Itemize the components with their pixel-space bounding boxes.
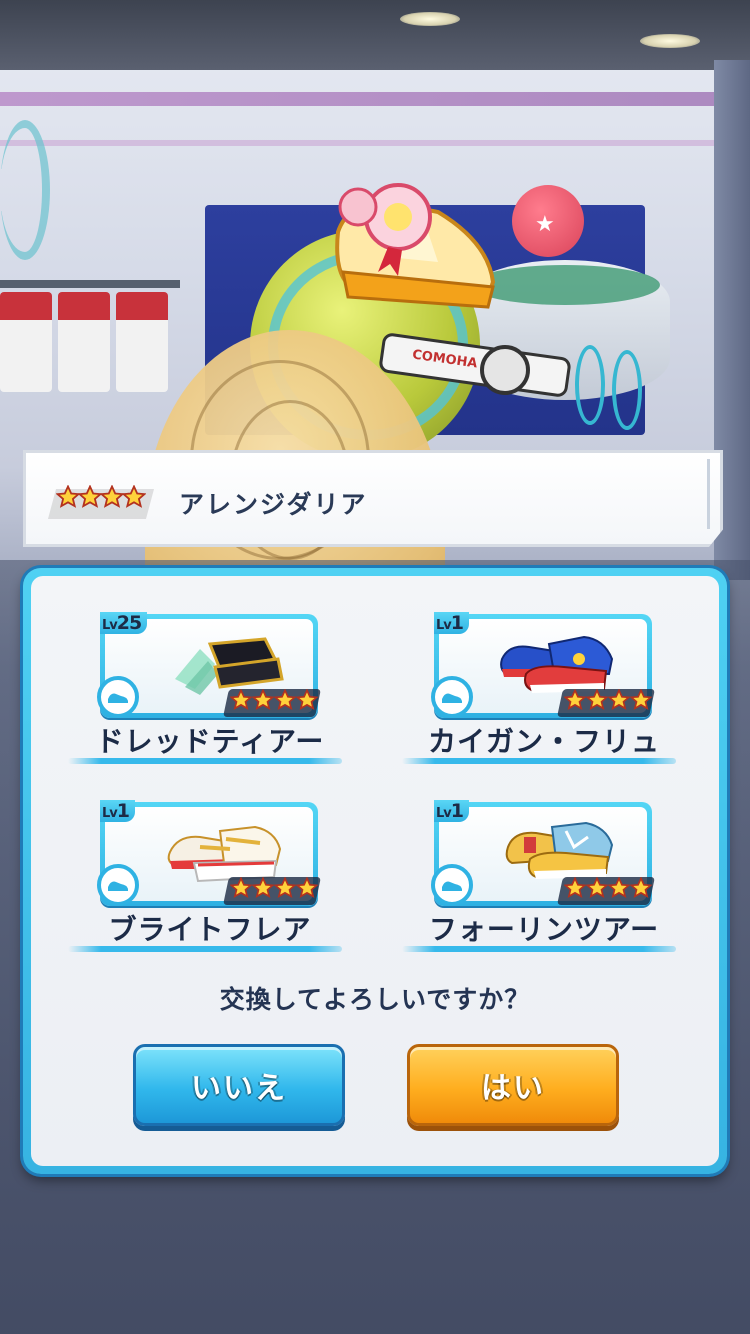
robot-joint [480, 345, 530, 395]
ceiling [0, 0, 750, 70]
star-icon [78, 485, 102, 508]
ceiling-light [640, 34, 700, 48]
racket [575, 345, 605, 425]
star-icon [608, 877, 630, 899]
item-frame: Lv25 [97, 612, 321, 718]
no-button[interactable]: いいえ [133, 1044, 345, 1126]
level-badge: Lv1 [100, 800, 135, 822]
star-icon [586, 877, 608, 899]
title-bar-accent [707, 459, 710, 529]
exchange-dialog: Lv25 ドレッドティアー Lv1 カイガン・フリュ Lv1 ブライトフレア L… [23, 568, 727, 1174]
shoe-type-icon [431, 864, 473, 906]
item-name: フォーリンツアー [428, 913, 660, 946]
shirt [58, 292, 110, 392]
star-icon [296, 877, 318, 899]
item-frame: Lv1 [431, 800, 655, 906]
item-name: ブライトフレア [108, 913, 312, 946]
shoe-type-icon [97, 676, 139, 718]
material-item[interactable]: Lv1 カイガン・フリュ [402, 612, 714, 764]
star-icon [630, 877, 652, 899]
item-frame: Lv1 [97, 800, 321, 906]
rarity-stars [47, 485, 155, 519]
shirt [0, 292, 52, 392]
level-badge: Lv25 [100, 612, 148, 634]
star-icon [100, 485, 124, 508]
star-icon [122, 485, 146, 508]
star-icon: ★ [535, 212, 555, 237]
star-icon [564, 877, 586, 899]
rarity-stars [223, 877, 321, 905]
rarity-stars [223, 689, 321, 717]
reward-shoe-icon [335, 183, 496, 309]
wall-stripe [0, 92, 750, 106]
item-frame: Lv1 [431, 612, 655, 718]
wall-logo [0, 120, 50, 260]
item-name: ドレッドティアー [95, 725, 325, 758]
ceiling-light [400, 12, 460, 26]
shoe-type-icon [431, 676, 473, 718]
clothing-rack [0, 280, 180, 288]
yes-button[interactable]: はい [407, 1044, 619, 1126]
material-item[interactable]: Lv25 ドレッドティアー [68, 612, 380, 764]
star-icon [230, 877, 252, 899]
star-icon [252, 877, 274, 899]
level-badge: Lv1 [434, 612, 469, 634]
dialog-body: Lv25 ドレッドティアー Lv1 カイガン・フリュ Lv1 ブライトフレア L… [31, 576, 719, 1166]
star-icon [274, 877, 296, 899]
item-underline [68, 946, 342, 952]
racket [612, 350, 642, 430]
star-icon [608, 689, 630, 711]
material-item[interactable]: Lv1 フォーリンツアー [402, 800, 714, 952]
reward-title-bar: アレンジダリア [23, 450, 723, 547]
shoe-type-icon [97, 864, 139, 906]
confirm-question: 交換してよろしいですか？ [219, 985, 531, 1014]
rarity-stars [557, 877, 655, 905]
star-icon [630, 689, 652, 711]
star-icon [252, 689, 274, 711]
star-icon [586, 689, 608, 711]
star-icon [564, 689, 586, 711]
reward-item-name: アレンジダリア [179, 490, 368, 519]
star-icon [274, 689, 296, 711]
wall-stripe [0, 140, 750, 146]
level-badge: Lv1 [434, 800, 469, 822]
star-icon [230, 689, 252, 711]
item-name: カイガン・フリュ [427, 725, 660, 758]
rarity-stars [557, 689, 655, 717]
material-item[interactable]: Lv1 ブライトフレア [68, 800, 380, 952]
shirt [116, 292, 168, 392]
item-underline [402, 946, 676, 952]
star-icon [56, 485, 80, 508]
item-underline [402, 758, 676, 764]
item-underline [68, 758, 342, 764]
star-icon [296, 689, 318, 711]
